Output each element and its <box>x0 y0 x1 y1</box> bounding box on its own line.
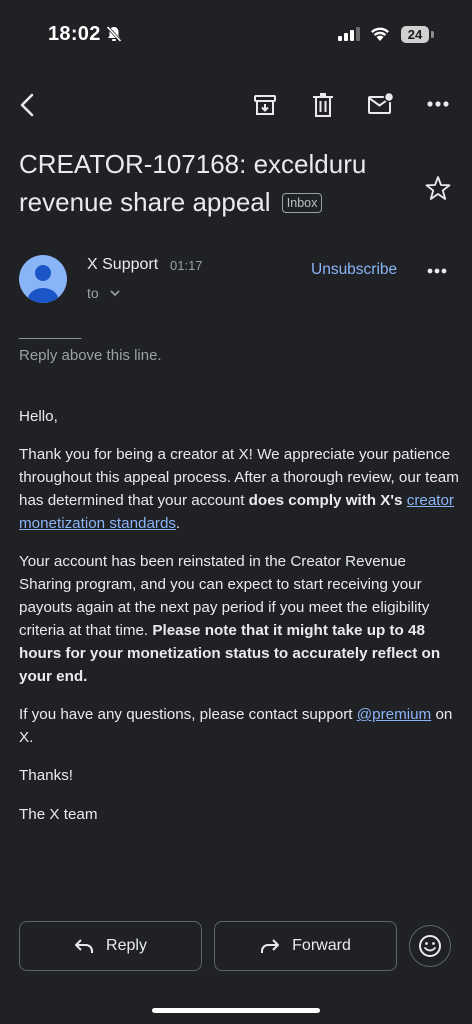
thanks-text: Thanks! <box>19 767 74 784</box>
status-time: 18:02 <box>48 23 101 45</box>
archive-icon[interactable] <box>253 93 277 117</box>
reply-separator: ________ <box>19 323 82 339</box>
battery-indicator: 24 <box>401 26 429 43</box>
forward-label: Forward <box>292 937 351 954</box>
premium-link[interactable]: @premium <box>357 706 432 723</box>
more-icon[interactable] <box>427 268 447 274</box>
person-icon <box>28 265 58 303</box>
greeting: Hello, <box>19 408 58 425</box>
paragraph-3: If you have any questions, please contac… <box>19 703 459 749</box>
inbox-label-badge[interactable]: Inbox <box>281 193 323 213</box>
mark-unread-icon[interactable] <box>367 92 395 116</box>
status-bar: 18:02 24 <box>0 0 472 70</box>
cellular-signal-icon <box>338 27 360 41</box>
forward-icon <box>261 939 280 953</box>
recipient-label: to <box>87 285 99 301</box>
star-icon[interactable] <box>425 175 451 201</box>
battery-tip <box>431 31 434 38</box>
reply-icon <box>75 939 94 953</box>
reply-label: Reply <box>106 937 147 954</box>
paragraph-1-end: . <box>176 515 181 532</box>
paragraph-1-bold: does comply with X's <box>248 492 403 509</box>
paragraph-1: Thank you for being a creator at X! We a… <box>19 443 459 535</box>
wifi-icon <box>371 27 389 41</box>
recipient-details[interactable]: to <box>87 285 121 301</box>
unsubscribe-link[interactable]: Unsubscribe <box>311 261 397 279</box>
reply-above-line: Reply above this line. <box>19 347 162 364</box>
forward-button[interactable]: Forward <box>214 921 397 971</box>
email-subject: CREATOR-107168: excelduru revenue share … <box>19 145 409 221</box>
emoji-reaction-button[interactable] <box>409 925 451 967</box>
paragraph-2: Your account has been reinstated in the … <box>19 550 459 688</box>
reply-button[interactable]: Reply <box>19 921 202 971</box>
sender-name[interactable]: X Support <box>87 256 158 274</box>
email-time: 01:17 <box>170 258 203 273</box>
back-arrow-icon[interactable] <box>17 93 37 117</box>
more-icon[interactable] <box>427 101 449 107</box>
home-indicator[interactable] <box>152 1008 320 1013</box>
signoff-text: The X team <box>19 806 98 823</box>
chevron-down-icon <box>110 290 120 297</box>
smiley-icon <box>419 935 441 957</box>
paragraph-3-text: If you have any questions, please contac… <box>19 706 357 723</box>
bell-muted-icon <box>106 25 122 43</box>
delete-icon[interactable] <box>312 92 334 118</box>
avatar[interactable] <box>19 255 67 303</box>
